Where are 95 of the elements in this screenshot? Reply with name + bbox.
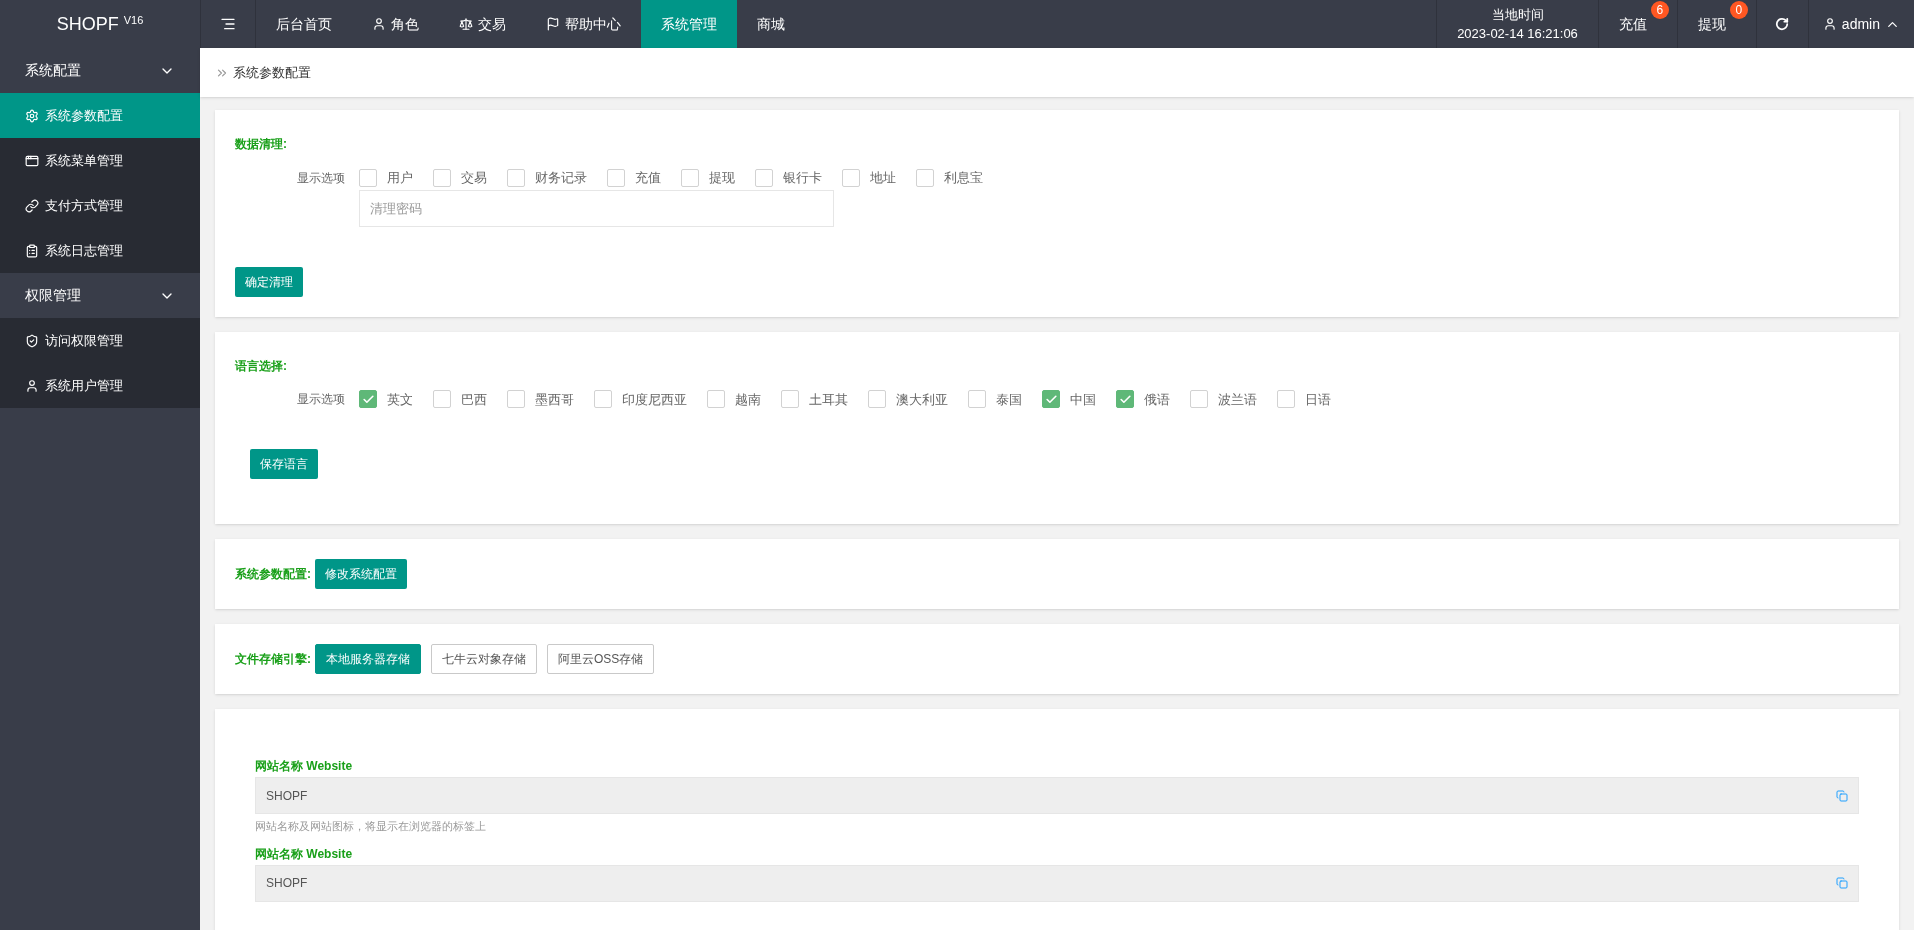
checkbox-label: 墨西哥 bbox=[535, 390, 574, 409]
section-title: 系统参数配置: bbox=[235, 566, 311, 583]
checkbox[interactable] bbox=[607, 168, 625, 187]
field-hint: 网站名称及网站图标，将显示在浏览器的标签上 bbox=[255, 819, 487, 834]
storage-option[interactable]: 七牛云对象存储 bbox=[431, 644, 537, 674]
sidebar-item[interactable]: 系统菜单管理 bbox=[0, 138, 200, 183]
checkbox-label: 澳大利亚 bbox=[896, 390, 948, 409]
checkbox[interactable] bbox=[1116, 390, 1134, 409]
password-field[interactable]: 清理密码 bbox=[359, 189, 834, 227]
clock-time: 2023-02-14 16:21:06 bbox=[1457, 25, 1578, 43]
refresh-icon bbox=[1775, 17, 1790, 31]
field-label: 网站名称 Website bbox=[255, 845, 354, 863]
checkbox-label: 充值 bbox=[635, 169, 661, 187]
checkbox[interactable] bbox=[433, 168, 451, 187]
website-name-field[interactable]: SHOPF bbox=[255, 777, 1859, 814]
logo: SHOPF $^{V16}$ bbox=[56, 12, 144, 36]
sidebar-item[interactable]: 系统用户管理 bbox=[0, 363, 200, 408]
nav-tab[interactable]: 帮助中心 bbox=[526, 0, 641, 48]
window-icon bbox=[25, 153, 39, 168]
sidebar-group[interactable]: 权限管理 bbox=[0, 273, 200, 318]
nav-tab[interactable]: 交易 bbox=[439, 0, 526, 48]
check-icon bbox=[1118, 392, 1132, 406]
checkbox-label: 波兰语 bbox=[1218, 390, 1257, 409]
checkbox[interactable] bbox=[707, 390, 725, 409]
checkbox[interactable] bbox=[359, 168, 377, 187]
section-title: 数据清理: bbox=[235, 136, 288, 153]
sidebar-item[interactable]: 系统日志管理 bbox=[0, 228, 200, 273]
checkbox[interactable] bbox=[916, 168, 934, 187]
shield-icon bbox=[25, 333, 39, 348]
flag-icon bbox=[546, 17, 560, 31]
checkbox-label: 交易 bbox=[461, 169, 487, 187]
user-icon bbox=[372, 17, 386, 31]
checkbox-label: 日语 bbox=[1305, 390, 1331, 409]
gear-icon bbox=[25, 108, 39, 123]
link-icon bbox=[25, 198, 39, 213]
checkbox-label: 越南 bbox=[735, 390, 761, 409]
field-label: 网站名称 Website bbox=[255, 758, 354, 775]
checkbox-label: 财务记录 bbox=[535, 169, 587, 187]
storage-option[interactable]: 阿里云OSS存储 bbox=[547, 644, 655, 674]
checkbox-label: 提现 bbox=[709, 169, 735, 187]
checkbox[interactable] bbox=[1190, 390, 1208, 409]
user-icon bbox=[25, 378, 39, 393]
checkbox-label: 土耳其 bbox=[809, 390, 848, 409]
checkbox[interactable] bbox=[433, 390, 451, 409]
sidebar-item[interactable]: 支付方式管理 bbox=[0, 183, 200, 228]
menu-icon bbox=[220, 16, 236, 32]
checkbox[interactable] bbox=[681, 168, 699, 187]
checkbox[interactable] bbox=[781, 390, 799, 409]
checkbox[interactable] bbox=[1042, 390, 1060, 409]
nav-tab[interactable]: 商城 bbox=[737, 0, 805, 48]
checkbox-label: 印度尼西亚 bbox=[622, 390, 687, 409]
edit-config-button[interactable]: 修改系统配置 bbox=[315, 559, 407, 589]
copy-icon bbox=[1836, 789, 1848, 802]
checkbox-label: 俄语 bbox=[1144, 390, 1170, 409]
checkbox-label: 英文 bbox=[387, 390, 413, 409]
save-language-button[interactable]: 保存语言 bbox=[250, 449, 318, 479]
section-title: 文件存储引擎: bbox=[235, 651, 311, 668]
options-label: 显示选项 bbox=[297, 169, 345, 187]
sidebar-group[interactable]: 系统配置 bbox=[0, 48, 200, 93]
confirm-clean-button[interactable]: 确定清理 bbox=[235, 266, 303, 297]
sidebar-item[interactable]: 访问权限管理 bbox=[0, 318, 200, 363]
clock-label: 当地时间 bbox=[1491, 5, 1544, 24]
nav-tab[interactable]: 角色 bbox=[352, 0, 439, 48]
storage-option[interactable]: 本地服务器存储 bbox=[315, 644, 421, 674]
check-icon bbox=[361, 392, 375, 406]
checkbox[interactable] bbox=[842, 168, 860, 187]
checkbox-label: 用户 bbox=[387, 169, 413, 187]
checkbox-label: 利息宝 bbox=[944, 169, 983, 187]
website-name-field[interactable]: SHOPF bbox=[255, 864, 1859, 902]
check-icon bbox=[1044, 392, 1058, 406]
checkbox-label: 银行卡 bbox=[783, 169, 822, 187]
copy-icon bbox=[1836, 877, 1848, 889]
checkbox-label: 中国 bbox=[1070, 390, 1096, 409]
checkbox-label: 巴西 bbox=[461, 390, 487, 409]
breadcrumb-text: 系统参数配置 bbox=[233, 63, 311, 82]
count-badge: 0 bbox=[1729, 1, 1748, 19]
section-title: 语言选择: bbox=[235, 357, 288, 375]
options-label: 显示选项 bbox=[297, 391, 345, 409]
checkbox[interactable] bbox=[507, 168, 525, 187]
checkbox[interactable] bbox=[1277, 390, 1295, 409]
checkbox-label: 地址 bbox=[870, 169, 896, 187]
nav-tab[interactable]: 后台首页 bbox=[256, 0, 352, 48]
clipboard-icon bbox=[25, 243, 39, 258]
checkbox[interactable] bbox=[359, 390, 377, 409]
scale-icon bbox=[459, 17, 473, 31]
checkbox[interactable] bbox=[594, 390, 612, 409]
checkbox[interactable] bbox=[968, 390, 986, 409]
count-badge: 6 bbox=[1650, 1, 1669, 19]
checkbox-label: 泰国 bbox=[996, 390, 1022, 409]
sidebar-item[interactable]: 系统参数配置 bbox=[0, 93, 200, 138]
checkbox[interactable] bbox=[755, 168, 773, 187]
checkbox[interactable] bbox=[868, 390, 886, 409]
nav-tab[interactable]: 系统管理 bbox=[641, 0, 737, 48]
checkbox[interactable] bbox=[507, 390, 525, 409]
user-icon bbox=[1822, 17, 1837, 31]
